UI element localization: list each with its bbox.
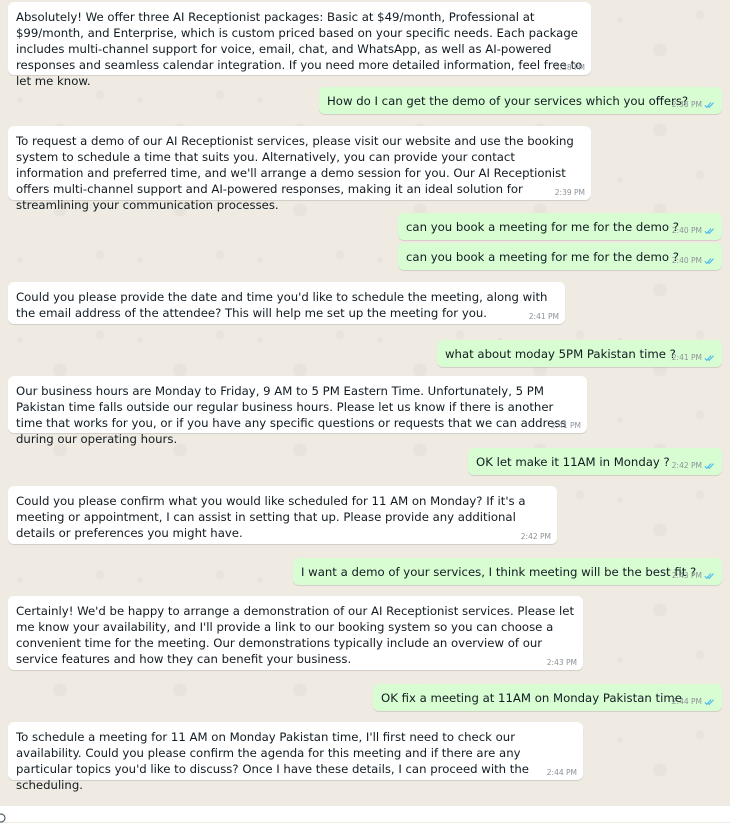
message-time: 2:38 PM <box>671 100 702 109</box>
outgoing-message: what about moday 5PM Pakistan time ? 2:4… <box>437 340 722 367</box>
message-time: 2:41 PM <box>528 312 559 321</box>
message-text: Could you please confirm what you would … <box>16 494 526 540</box>
message-text: To schedule a meeting for 11 AM on Monda… <box>16 730 529 792</box>
message-time: 2:43 PM <box>671 571 702 580</box>
double-check-icon <box>704 228 715 235</box>
message-time: 2:40 PM <box>671 226 702 235</box>
outgoing-message: OK let make it 11AM in Monday ? 2:42 PM <box>468 448 722 475</box>
composer-bar <box>0 806 730 822</box>
incoming-message: To schedule a meeting for 11 AM on Monda… <box>8 722 583 792</box>
outgoing-message: I want a demo of your services, I think … <box>293 558 722 585</box>
message-time: 2:41 PM <box>550 421 581 430</box>
message-time: 2:41 PM <box>671 353 702 362</box>
message-time: 2:43 PM <box>546 658 577 667</box>
double-check-icon <box>704 258 715 265</box>
chat-message-area[interactable]: Absolutely! We offer three AI Receptioni… <box>0 0 730 806</box>
message-text: Could you please provide the date and ti… <box>16 290 548 320</box>
message-time: 2:38 PM <box>554 63 585 72</box>
message-time: 2:40 PM <box>671 256 702 265</box>
message-time: 2:42 PM <box>671 461 702 470</box>
message-text: can you book a meeting for me for the de… <box>406 220 679 234</box>
message-time: 2:39 PM <box>554 188 585 197</box>
double-check-icon <box>704 355 715 362</box>
double-check-icon <box>704 463 715 470</box>
double-check-icon <box>704 699 715 706</box>
message-text: Certainly! We'd be happy to arrange a de… <box>16 604 575 666</box>
incoming-message: Certainly! We'd be happy to arrange a de… <box>8 596 583 670</box>
outgoing-message: can you book a meeting for me for the de… <box>398 243 722 270</box>
incoming-message: Our business hours are Monday to Friday,… <box>8 376 587 446</box>
message-text: can you book a meeting for me for the de… <box>406 250 679 264</box>
message-text: Our business hours are Monday to Friday,… <box>16 384 567 446</box>
message-text: To request a demo of our AI Receptionist… <box>16 134 574 212</box>
incoming-message: To request a demo of our AI Receptionist… <box>8 126 591 212</box>
incoming-message: Could you please confirm what you would … <box>8 486 557 544</box>
double-check-icon <box>704 573 715 580</box>
message-time: 2:44 PM <box>546 768 577 777</box>
message-time: 2:44 PM <box>671 697 702 706</box>
incoming-message: Absolutely! We offer three AI Receptioni… <box>8 2 591 88</box>
outgoing-message: OK fix a meeting at 11AM on Monday Pakis… <box>373 684 722 711</box>
outgoing-message: can you book a meeting for me for the de… <box>398 213 722 240</box>
message-text: OK fix a meeting at 11AM on Monday Pakis… <box>381 691 682 705</box>
message-text: Absolutely! We offer three AI Receptioni… <box>16 10 583 88</box>
double-check-icon <box>704 102 715 109</box>
message-text: How do I can get the demo of your servic… <box>327 94 689 108</box>
incoming-message: Could you please provide the date and ti… <box>8 282 565 324</box>
message-text: I want a demo of your services, I think … <box>301 565 697 579</box>
outgoing-message: How do I can get the demo of your servic… <box>319 87 722 114</box>
message-time: 2:42 PM <box>520 532 551 541</box>
